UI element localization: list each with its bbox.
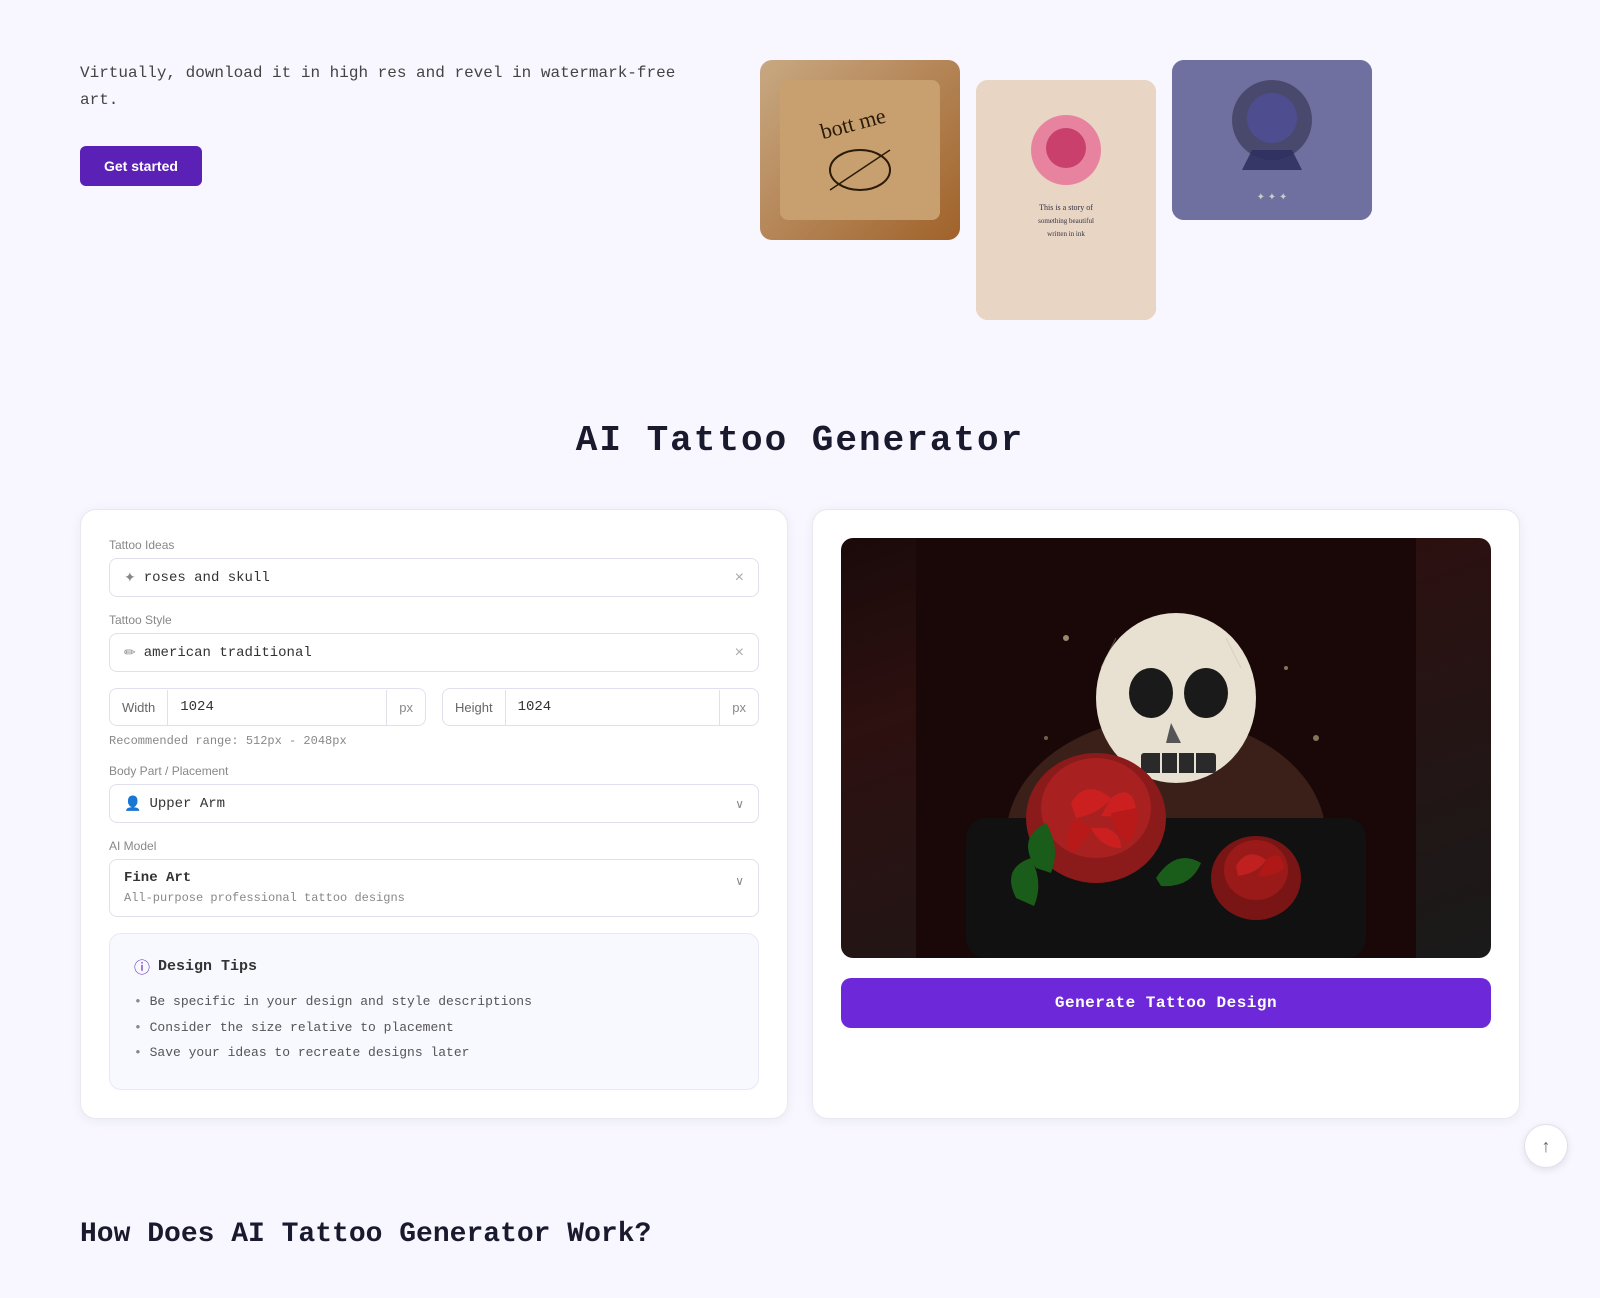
tip-item-1: Be specific in your design and style des… <box>134 992 734 1012</box>
body-part-field: Body Part / Placement 👤 Upper Arm ∨ <box>109 764 759 823</box>
width-label: Width <box>110 690 168 725</box>
tattoo-style-input[interactable] <box>144 645 735 661</box>
tattoo-ideas-input[interactable] <box>144 570 735 586</box>
tattoo-svg <box>841 538 1491 958</box>
style-icon: ✏ <box>124 644 136 661</box>
scroll-up-icon: ↑ <box>1542 1136 1551 1157</box>
tips-title: Design Tips <box>158 958 257 975</box>
tattoo-style-input-wrap[interactable]: ✏ × <box>109 633 759 672</box>
design-tips: ⓘ Design Tips Be specific in your design… <box>109 933 759 1090</box>
how-section: How Does AI Tattoo Generator Work? <box>80 1179 1520 1298</box>
svg-text:written in ink: written in ink <box>1047 230 1085 238</box>
clear-style-icon[interactable]: × <box>735 645 744 661</box>
section-title: AI Tattoo Generator <box>80 420 1520 461</box>
model-info: Fine Art All-purpose professional tattoo… <box>124 870 735 906</box>
body-part-label: Body Part / Placement <box>109 764 759 778</box>
tattoo-ideas-field: Tattoo Ideas ✦ × <box>109 538 759 597</box>
height-input[interactable] <box>506 689 720 725</box>
tattoo-preview-2: This is a story of something beautiful w… <box>976 80 1156 320</box>
tattoo-art-3: ✦ ✦ ✦ <box>1172 60 1372 220</box>
recommended-range-text: Recommended range: 512px - 2048px <box>109 734 759 748</box>
tattoo-style-field: Tattoo Style ✏ × <box>109 613 759 672</box>
tattoo-preview-1: bott me <box>760 60 960 240</box>
tattoo-art-1: bott me <box>780 80 940 220</box>
form-panel: Tattoo Ideas ✦ × Tattoo Style ✏ × <box>80 509 788 1119</box>
body-part-value: Upper Arm <box>149 796 735 812</box>
person-icon: 👤 <box>124 795 141 812</box>
height-unit: px <box>719 690 758 725</box>
tattoo-ideas-input-wrap[interactable]: ✦ × <box>109 558 759 597</box>
generate-button[interactable]: Generate Tattoo Design <box>841 978 1491 1028</box>
tattoo-preview-3: ✦ ✦ ✦ <box>1172 60 1372 220</box>
model-name: Fine Art <box>124 870 735 886</box>
tips-info-icon: ⓘ <box>134 954 150 978</box>
how-title: How Does AI Tattoo Generator Work? <box>80 1219 1520 1250</box>
svg-text:✦ ✦ ✦: ✦ ✦ ✦ <box>1257 192 1288 203</box>
width-unit: px <box>386 690 425 725</box>
clear-ideas-icon[interactable]: × <box>735 570 744 586</box>
width-input[interactable] <box>168 689 386 725</box>
tattoo-style-label: Tattoo Style <box>109 613 759 627</box>
tattoo-art-2: This is a story of something beautiful w… <box>976 80 1156 320</box>
body-part-chevron-icon: ∨ <box>735 797 744 811</box>
svg-text:This is a story of: This is a story of <box>1039 203 1093 212</box>
width-field[interactable]: Width px <box>109 688 426 726</box>
tips-list: Be specific in your design and style des… <box>134 992 734 1063</box>
tattoo-ideas-label: Tattoo Ideas <box>109 538 759 552</box>
scroll-to-top-button[interactable]: ↑ <box>1524 1124 1568 1168</box>
body-part-select[interactable]: 👤 Upper Arm ∨ <box>109 784 759 823</box>
tip-item-2: Consider the size relative to placement <box>134 1018 734 1038</box>
generated-image <box>841 538 1491 958</box>
dimensions-row: Width px Height px <box>109 688 759 726</box>
result-panel: Generate Tattoo Design <box>812 509 1520 1119</box>
ai-model-field: AI Model Fine Art All-purpose profession… <box>109 839 759 917</box>
ai-model-label: AI Model <box>109 839 759 853</box>
height-label: Height <box>443 690 506 725</box>
ai-model-select[interactable]: Fine Art All-purpose professional tattoo… <box>109 859 759 917</box>
model-desc: All-purpose professional tattoo designs <box>124 891 405 905</box>
hero-description: Virtually, download it in high res and r… <box>80 60 680 114</box>
tip-item-3: Save your ideas to recreate designs late… <box>134 1043 734 1063</box>
tips-header: ⓘ Design Tips <box>134 954 734 978</box>
get-started-button[interactable]: Get started <box>80 146 202 186</box>
height-field[interactable]: Height px <box>442 688 759 726</box>
ideas-icon: ✦ <box>124 569 136 586</box>
model-chevron-icon: ∨ <box>735 874 744 888</box>
svg-text:something beautiful: something beautiful <box>1038 217 1094 225</box>
